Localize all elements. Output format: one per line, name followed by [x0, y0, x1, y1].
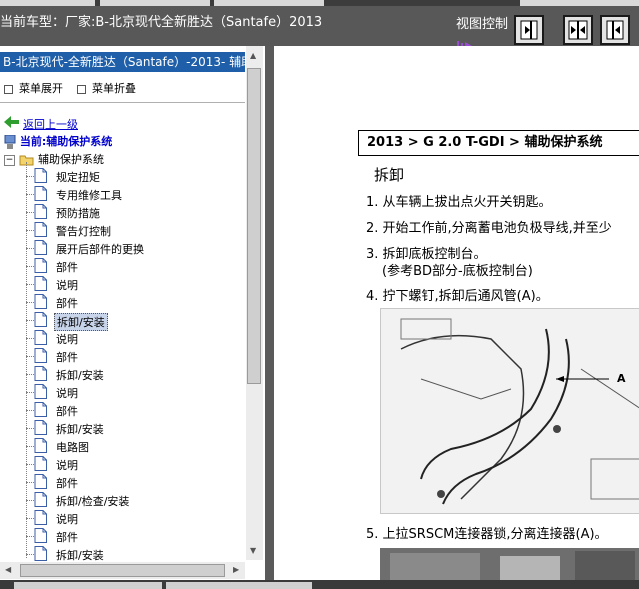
title-bar: 当前车型：厂家:B-北京现代全新胜达（Santafe）2013 视图控制	[0, 6, 639, 51]
pane-divider[interactable]	[265, 46, 274, 580]
tree-item-label: 展开后部件的更换	[56, 243, 144, 256]
tree-item-label: 规定扭矩	[56, 171, 100, 184]
collapse-menu-button[interactable]: 菜单折叠	[77, 80, 136, 96]
expand-menu-label: 菜单展开	[19, 82, 63, 95]
tree-item-label: 拆卸/安装	[54, 313, 108, 331]
document-icon	[34, 492, 47, 507]
step-5: 5. 上拉SRSCM连接器锁,分离连接器(A)。	[366, 527, 608, 542]
document-icon	[34, 456, 47, 471]
tree-item-label: 说明	[56, 459, 78, 472]
tree-item-label: 部件	[56, 405, 78, 418]
navigation-pane: B-北京现代-全新胜达（Santafe）-2013- 辅助保护系统 菜单展开 菜…	[0, 46, 265, 580]
back-link[interactable]: 返回上一级	[23, 118, 78, 131]
document-icon	[34, 330, 47, 345]
document-header: 2013 > G 2.0 T-GDI > 辅助保护系统	[358, 130, 639, 156]
document-icon	[34, 348, 47, 363]
document-icon	[34, 258, 47, 273]
tree-item-label: 电路图	[56, 441, 89, 454]
collapse-menu-label: 菜单折叠	[92, 82, 136, 95]
document-icon	[34, 168, 47, 183]
expand-icon	[4, 84, 13, 94]
procedure-photo	[380, 548, 639, 580]
tree-item-label: 部件	[56, 531, 78, 544]
figure-callout-a: A	[617, 372, 626, 385]
document-icon	[34, 510, 47, 525]
tree-item-label: 拆卸/安装	[56, 423, 104, 436]
scroll-up-icon[interactable]: ▲	[250, 51, 256, 60]
document-icon	[34, 222, 47, 237]
document-icon	[34, 384, 47, 399]
computer-icon	[4, 134, 16, 149]
document-icon	[34, 528, 47, 543]
document-icon	[34, 294, 47, 309]
tree-trunk-line	[26, 162, 27, 558]
back-arrow-icon	[4, 116, 19, 128]
collapse-icon	[77, 84, 86, 94]
document-icon	[34, 366, 47, 381]
view-split-button[interactable]	[563, 15, 593, 45]
document-icon	[34, 546, 47, 561]
back-link-row[interactable]: 返回上一级	[4, 116, 78, 132]
document-icon	[34, 204, 47, 219]
panel-expand-right-icon	[520, 20, 538, 40]
view-right-pane-only-button[interactable]	[600, 15, 630, 45]
section-title: 拆卸	[374, 166, 405, 184]
horizontal-scrollbar[interactable]: ◀ ▶	[0, 562, 245, 579]
tree-item-label: 预防措施	[56, 207, 100, 220]
window-title: 当前车型：厂家:B-北京现代全新胜达（Santafe）2013	[0, 15, 323, 30]
tree-item-label: 说明	[56, 333, 78, 346]
collapse-toggle-icon[interactable]: −	[4, 154, 15, 166]
tree-item-label: 拆卸/检查/安装	[56, 495, 130, 508]
bottom-tab-2[interactable]	[166, 582, 312, 589]
panel-split-icon	[568, 20, 588, 40]
document-icon	[34, 438, 47, 453]
scroll-left-icon[interactable]: ◀	[5, 565, 11, 574]
tree-root-label: 辅助保护系统	[38, 153, 104, 166]
expand-menu-button[interactable]: 菜单展开	[4, 80, 63, 96]
step-3-note: (参考BD部分-底板控制台)	[382, 264, 533, 279]
document-viewer: 2013 > G 2.0 T-GDI > 辅助保护系统 拆卸 1. 从车辆上拔出…	[274, 46, 639, 580]
tree-item-label: 警告灯控制	[56, 225, 111, 238]
document-icon	[34, 276, 47, 291]
document-icon	[34, 420, 47, 435]
tree-item-label: 拆卸/安装	[56, 369, 104, 382]
tree-root-node[interactable]: − 辅助保护系统	[4, 151, 104, 167]
current-location-label: 当前:辅助保护系统	[19, 135, 113, 148]
vertical-scrollbar[interactable]: ▲ ▼	[246, 46, 263, 560]
document-icon	[34, 474, 47, 489]
document-icon	[34, 402, 47, 417]
view-control-label: 视图控制	[456, 17, 509, 32]
tree-item-label: 说明	[56, 279, 78, 292]
tree-item-label: 说明	[56, 513, 78, 526]
nav-pane-header: B-北京现代-全新胜达（Santafe）-2013- 辅助保护系统	[0, 52, 245, 72]
tree-item-label: 部件	[56, 297, 78, 310]
tree-item-label: 部件	[56, 477, 78, 490]
document-icon	[34, 240, 47, 255]
step-4: 4. 拧下螺钉,拆卸后通风管(A)。	[366, 289, 549, 304]
scroll-right-icon[interactable]: ▶	[233, 565, 239, 574]
document-icon	[34, 186, 47, 201]
tree-item-label: 部件	[56, 261, 78, 274]
bottom-tab-1[interactable]	[14, 582, 162, 589]
procedure-figure: A	[380, 308, 639, 514]
current-location: 当前:辅助保护系统	[4, 133, 112, 149]
horizontal-scroll-thumb[interactable]	[20, 564, 225, 577]
panel-expand-left-icon	[606, 20, 624, 40]
document-icon	[34, 312, 47, 327]
scroll-down-icon[interactable]: ▼	[250, 546, 256, 555]
tree-item-label: 部件	[56, 351, 78, 364]
view-left-pane-only-button[interactable]	[514, 15, 544, 45]
vent-duct-illustration	[400, 318, 639, 505]
step-1: 1. 从车辆上拔出点火开关钥匙。	[366, 195, 552, 210]
bottom-tab-strip	[0, 580, 639, 589]
step-2: 2. 开始工作前,分离蓄电池负极导线,并至少	[366, 221, 612, 236]
vertical-scroll-thumb[interactable]	[247, 68, 261, 384]
nav-toolbar: 菜单展开 菜单折叠	[0, 78, 245, 96]
tree-item-label: 专用维修工具	[56, 189, 122, 202]
tree-item-label: 说明	[56, 387, 78, 400]
nav-separator	[0, 102, 245, 103]
tree-item-label: 拆卸/安装	[56, 549, 104, 562]
